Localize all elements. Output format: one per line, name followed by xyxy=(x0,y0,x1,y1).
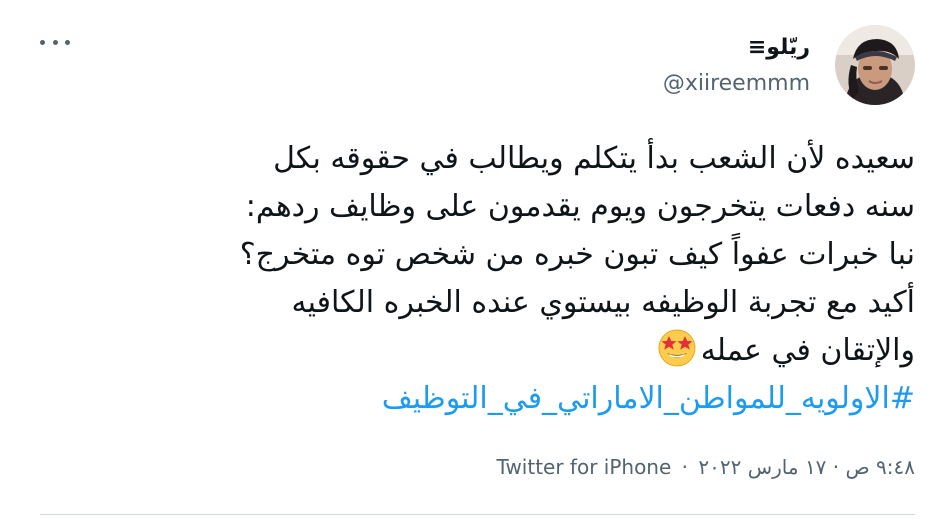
avatar-image xyxy=(835,25,915,105)
more-dot-icon xyxy=(52,39,58,45)
more-options-button[interactable] xyxy=(40,34,70,50)
more-dot-icon xyxy=(65,39,70,45)
tweet-text-line-last: والإتقان في عمله xyxy=(55,327,915,375)
tweet-text-line: سنه دفعات يتخرجون ويوم يقدمون على وظايف … xyxy=(245,189,915,224)
tweet-timestamp[interactable]: ٩:٤٨ ص · ١٧ مارس ٢٠٢٢ xyxy=(698,455,915,479)
hashtag-link[interactable]: #الاولويه_للمواطن_الاماراتي_في_التوظيف xyxy=(55,375,915,423)
avatar[interactable] xyxy=(835,25,915,105)
tweet-text-line: سعيده لأن الشعب بدأ يتكلم ويطالب في حقوق… xyxy=(273,141,915,176)
tweet-text-line: نبا خبرات عفواً كيف تبون خبره من شخص توه… xyxy=(239,237,915,272)
tweet-source[interactable]: Twitter for iPhone xyxy=(497,455,672,479)
tweet-text-fragment: والإتقان في عمله xyxy=(700,333,915,368)
author-info: ريّلو≡ @xiireemmm xyxy=(663,33,810,99)
more-dot-icon xyxy=(40,39,45,45)
divider xyxy=(40,514,915,515)
tweet-text: سعيده لأن الشعب بدأ يتكلم ويطالب في حقوق… xyxy=(55,135,915,423)
author-handle[interactable]: @xiireemmm xyxy=(663,69,810,99)
star-struck-emoji-icon xyxy=(658,329,696,367)
tweet-text-line: أكيد مع تجربة الوظيفه بيستوي عنده الخبره… xyxy=(291,285,915,320)
author-display-name[interactable]: ريّلو≡ xyxy=(663,33,810,63)
tweet-card: ريّلو≡ @xiireemmm سعيده لأن الشعب بدأ يت… xyxy=(0,0,940,525)
tweet-meta: ٩:٤٨ ص · ١٧ مارس ٢٠٢٢ · Twitter for iPho… xyxy=(497,452,915,482)
meta-separator: · xyxy=(681,455,689,479)
